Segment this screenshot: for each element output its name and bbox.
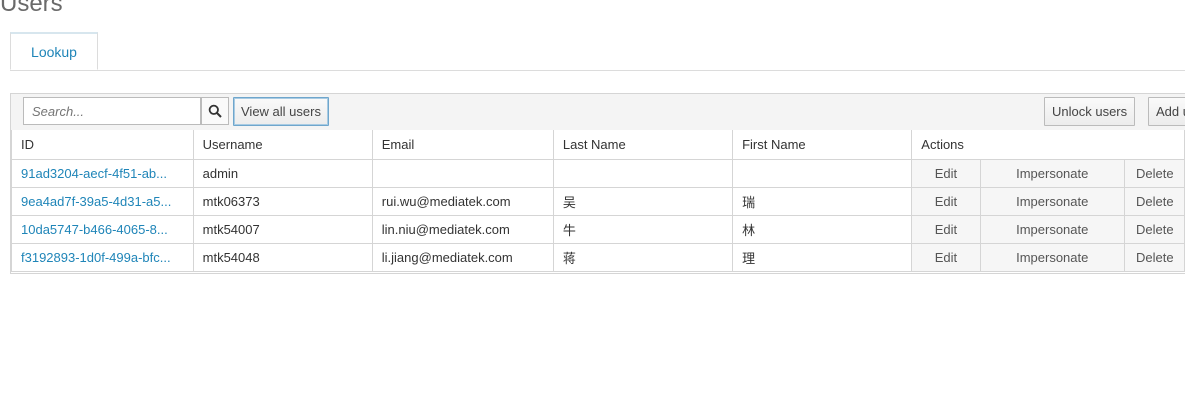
delete-button[interactable]: Delete <box>1123 242 1185 272</box>
tab-bar: Lookup <box>10 32 1185 71</box>
tab-lookup[interactable]: Lookup <box>10 32 98 70</box>
user-id-link[interactable]: 9ea4ad7f-39a5-4d31-a5... <box>11 186 194 216</box>
first-name-cell <box>732 158 913 188</box>
edit-button[interactable]: Edit <box>911 214 981 244</box>
first-name-cell: 瑞 <box>732 186 913 216</box>
username-cell: admin <box>192 158 373 188</box>
column-header-first-name[interactable]: First Name <box>732 130 913 160</box>
username-cell: mtk06373 <box>192 186 373 216</box>
username-cell: mtk54048 <box>192 242 373 272</box>
delete-button[interactable]: Delete <box>1123 214 1185 244</box>
search-button[interactable] <box>201 97 229 125</box>
email-cell: lin.niu@mediatek.com <box>371 214 554 244</box>
users-table: ID Username Email Last Name First Name A… <box>11 130 1185 272</box>
page-title: Users <box>0 0 63 17</box>
table-row: 10da5747-b466-4065-8... mtk54007 lin.niu… <box>11 214 1185 244</box>
user-id-link[interactable]: f3192893-1d0f-499a-bfc... <box>11 242 194 272</box>
impersonate-button[interactable]: Impersonate <box>979 214 1125 244</box>
column-header-actions: Actions <box>911 130 1185 160</box>
table-row: 91ad3204-aecf-4f51-ab... admin Edit Impe… <box>11 158 1185 188</box>
last-name-cell <box>552 158 734 188</box>
impersonate-button[interactable]: Impersonate <box>979 186 1125 216</box>
users-panel: View all users Unlock users Add user ID … <box>10 93 1185 274</box>
toolbar: View all users Unlock users Add user <box>11 94 1185 131</box>
column-header-username[interactable]: Username <box>192 130 373 160</box>
user-id-link[interactable]: 10da5747-b466-4065-8... <box>11 214 194 244</box>
impersonate-button[interactable]: Impersonate <box>979 242 1125 272</box>
first-name-cell: 理 <box>732 242 913 272</box>
user-id-link[interactable]: 91ad3204-aecf-4f51-ab... <box>11 158 194 188</box>
table-row: f3192893-1d0f-499a-bfc... mtk54048 li.ji… <box>11 242 1185 272</box>
column-header-last-name[interactable]: Last Name <box>552 130 734 160</box>
delete-button[interactable]: Delete <box>1123 186 1185 216</box>
edit-button[interactable]: Edit <box>911 242 981 272</box>
edit-button[interactable]: Edit <box>911 158 981 188</box>
column-header-id[interactable]: ID <box>11 130 194 160</box>
column-header-email[interactable]: Email <box>371 130 554 160</box>
first-name-cell: 林 <box>732 214 913 244</box>
last-name-cell: 吴 <box>552 186 734 216</box>
impersonate-button[interactable]: Impersonate <box>979 158 1125 188</box>
search-icon <box>208 104 222 118</box>
unlock-users-button[interactable]: Unlock users <box>1044 97 1136 126</box>
add-user-button[interactable]: Add user <box>1148 97 1185 126</box>
table-header-row: ID Username Email Last Name First Name A… <box>11 130 1185 160</box>
username-cell: mtk54007 <box>192 214 373 244</box>
view-all-users-button[interactable]: View all users <box>233 97 329 126</box>
delete-button[interactable]: Delete <box>1123 158 1185 188</box>
table-row: 9ea4ad7f-39a5-4d31-a5... mtk06373 rui.wu… <box>11 186 1185 216</box>
email-cell: rui.wu@mediatek.com <box>371 186 554 216</box>
search-input[interactable] <box>23 97 201 125</box>
last-name-cell: 牛 <box>552 214 734 244</box>
last-name-cell: 蒋 <box>552 242 734 272</box>
edit-button[interactable]: Edit <box>911 186 981 216</box>
email-cell <box>371 158 554 188</box>
email-cell: li.jiang@mediatek.com <box>371 242 554 272</box>
